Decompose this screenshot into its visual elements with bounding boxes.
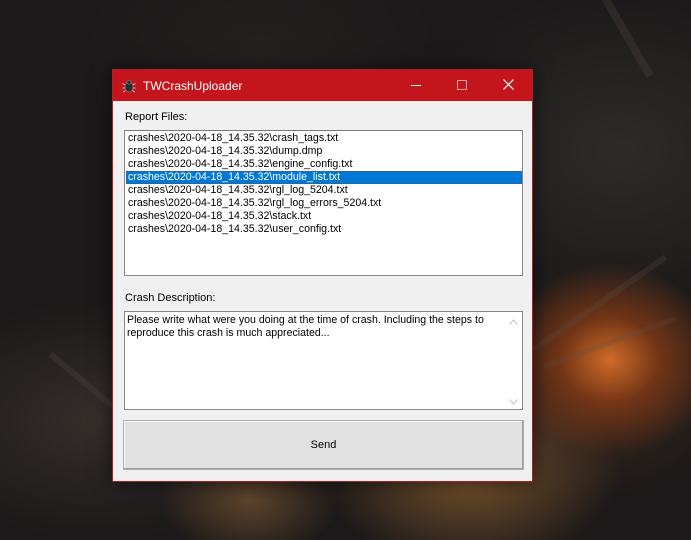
file-list-item[interactable]: crashes\2020-04-18_14.35.32\engine_confi… (126, 158, 522, 171)
bug-icon (121, 78, 137, 94)
chevron-down-icon (509, 392, 518, 410)
chevron-up-icon (509, 312, 518, 330)
crash-description-textarea[interactable]: Please write what were you doing at the … (124, 311, 523, 410)
file-list-item[interactable]: crashes\2020-04-18_14.35.32\stack.txt (126, 210, 522, 223)
file-list-item[interactable]: crashes\2020-04-18_14.35.32\user_config.… (126, 223, 522, 236)
crash-description-label: Crash Description: (125, 292, 216, 304)
background-decoration (48, 351, 122, 415)
scroll-up-button[interactable] (505, 312, 522, 329)
scroll-down-button[interactable] (505, 392, 522, 409)
file-list-item[interactable]: crashes\2020-04-18_14.35.32\dump.dmp (126, 145, 522, 158)
background-decoration (586, 0, 654, 78)
file-list-item[interactable]: crashes\2020-04-18_14.35.32\rgl_log_erro… (126, 197, 522, 210)
crash-description-text[interactable]: Please write what were you doing at the … (127, 314, 507, 340)
file-list-item[interactable]: crashes\2020-04-18_14.35.32\crash_tags.t… (126, 132, 522, 145)
title-bar[interactable]: TWCrashUploader (113, 70, 532, 101)
minimize-icon (411, 77, 421, 95)
background-decoration (532, 254, 668, 352)
maximize-icon (457, 77, 467, 95)
crash-uploader-window: TWCrashUploader Report Files: crashes\20… (112, 69, 533, 482)
report-files-label: Report Files: (125, 111, 188, 123)
close-button[interactable] (485, 70, 531, 101)
maximize-button[interactable] (439, 70, 485, 101)
window-title: TWCrashUploader (143, 78, 243, 93)
file-list-item[interactable]: crashes\2020-04-18_14.35.32\module_list.… (126, 171, 522, 184)
send-button[interactable]: Send (123, 420, 524, 470)
close-icon (502, 77, 514, 95)
description-scrollbar[interactable] (505, 312, 522, 409)
file-list-item[interactable]: crashes\2020-04-18_14.35.32\rgl_log_5204… (126, 184, 522, 197)
report-files-list[interactable]: crashes\2020-04-18_14.35.32\crash_tags.t… (124, 130, 523, 276)
minimize-button[interactable] (393, 70, 439, 101)
